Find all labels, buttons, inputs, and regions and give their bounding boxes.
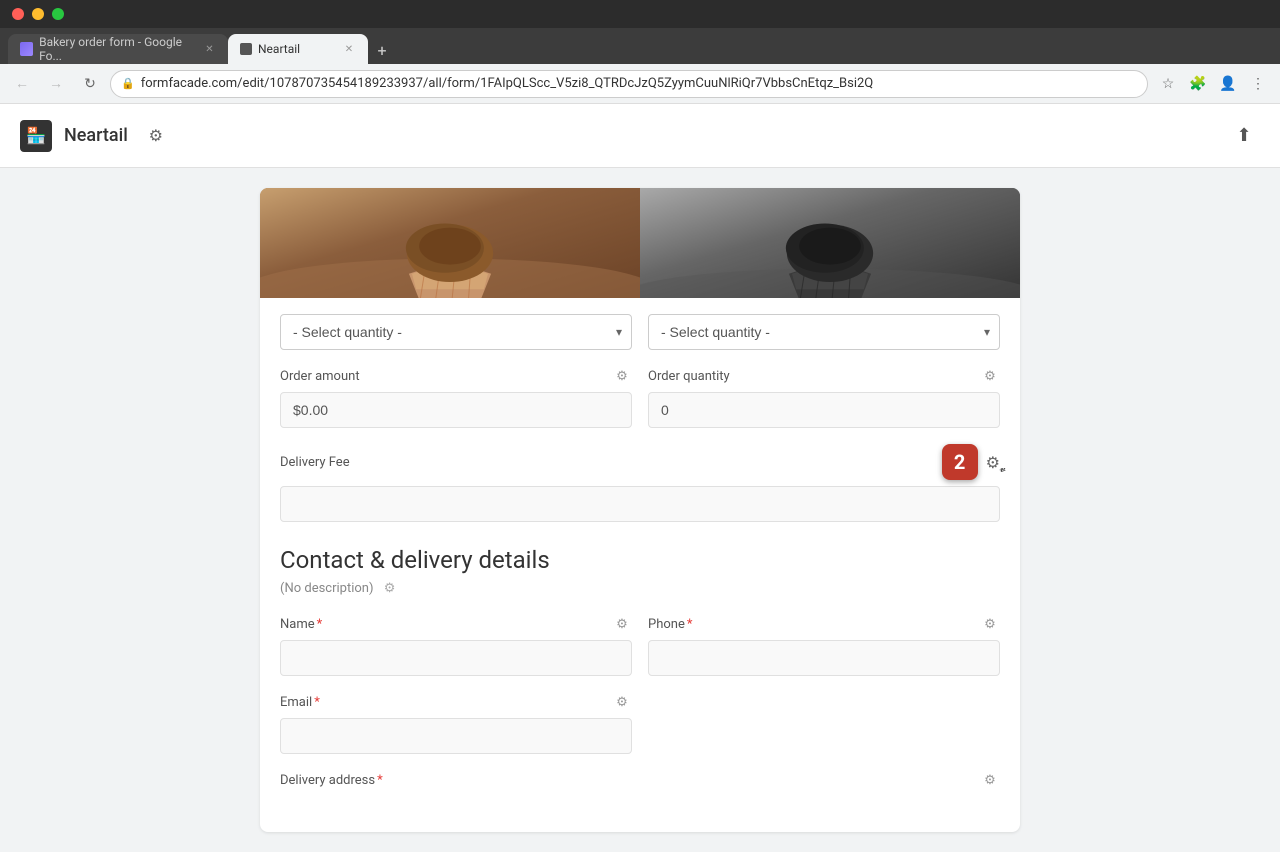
delivery-address-gear-button[interactable]: ⚙	[980, 770, 1000, 790]
name-label-row: Name* ⚙	[280, 614, 632, 634]
main-content: - Select quantity - 1 2 3 ▾ - Select qua…	[0, 168, 1280, 852]
os-chrome	[0, 0, 1280, 28]
logo-icon: 🏪	[26, 126, 46, 145]
contact-section-title: Contact & delivery details	[280, 546, 1000, 574]
delivery-fee-gear-button[interactable]: ⚙ 𝓿	[986, 453, 1000, 472]
new-tab-button[interactable]: +	[368, 36, 396, 64]
browser-actions: ☆ 🧩 👤 ⋮	[1154, 70, 1272, 98]
tab-neartail[interactable]: Neartail ✕	[228, 34, 368, 64]
back-button[interactable]: ←	[8, 70, 36, 98]
order-amount-label-row: Order amount ⚙	[280, 366, 632, 386]
left-quantity-dropdown-wrapper: - Select quantity - 1 2 3 ▾	[280, 314, 632, 350]
tab-favicon-google-forms	[20, 42, 33, 56]
delivery-fee-input[interactable]	[280, 486, 1000, 522]
contact-section-desc: (No description)	[280, 581, 374, 596]
profile-button[interactable]: 👤	[1214, 70, 1242, 98]
name-label: Name*	[280, 617, 322, 632]
phone-input[interactable]	[648, 640, 1000, 676]
refresh-button[interactable]: ↻	[76, 70, 104, 98]
order-amount-group: Order amount ⚙	[280, 366, 632, 428]
forward-button[interactable]: →	[42, 70, 70, 98]
images-row	[260, 188, 1020, 298]
traffic-light-yellow[interactable]	[32, 8, 44, 20]
contact-section-gear-button[interactable]: ⚙	[380, 578, 400, 598]
delivery-fee-section: Delivery Fee 2 ⚙ 𝓿	[260, 428, 1020, 522]
tab-google-forms[interactable]: Bakery order form - Google Fo... ✕	[8, 34, 228, 64]
quantity-dropdowns-row: - Select quantity - 1 2 3 ▾ - Select qua…	[260, 298, 1020, 350]
share-icon: ⬆	[1236, 125, 1251, 146]
phone-label: Phone*	[648, 617, 692, 632]
phone-label-row: Phone* ⚙	[648, 614, 1000, 634]
email-required: *	[314, 695, 320, 710]
browser-tabs-bar: Bakery order form - Google Fo... ✕ Neart…	[0, 28, 1280, 64]
header-settings-button[interactable]: ⚙	[140, 120, 172, 152]
email-input[interactable]	[280, 718, 632, 754]
extensions-button[interactable]: 🧩	[1184, 70, 1212, 98]
name-phone-row: Name* ⚙ Phone* ⚙	[280, 614, 1000, 676]
right-cupcake-image	[640, 188, 1020, 298]
order-quantity-label-row: Order quantity ⚙	[648, 366, 1000, 386]
name-required: *	[317, 617, 323, 632]
tab-neartail-label: Neartail	[258, 42, 300, 56]
delivery-required: *	[377, 773, 383, 788]
app-header: 🏪 Neartail ⚙ ⬆	[0, 104, 1280, 168]
bookmark-button[interactable]: ☆	[1154, 70, 1182, 98]
left-cupcake-image	[260, 188, 640, 298]
traffic-light-green[interactable]	[52, 8, 64, 20]
phone-gear-button[interactable]: ⚙	[980, 614, 1000, 634]
contact-section-desc-row: (No description) ⚙	[280, 578, 1000, 598]
page-wrapper: Bakery order form - Google Fo... ✕ Neart…	[0, 0, 1280, 852]
email-row: Email* ⚙	[280, 692, 1000, 754]
cursor-pointer-indicator: 𝓿	[1000, 461, 1006, 476]
delivery-fee-label: Delivery Fee	[280, 455, 350, 470]
traffic-light-red[interactable]	[12, 8, 24, 20]
tab-google-forms-label: Bakery order form - Google Fo...	[39, 35, 197, 63]
bottom-pad	[260, 812, 1020, 832]
order-amount-gear-button[interactable]: ⚙	[612, 366, 632, 386]
right-quantity-dropdown-wrapper: - Select quantity - 1 2 3 ▾	[648, 314, 1000, 350]
phone-required: *	[687, 617, 693, 632]
delivery-address-row: Delivery address* ⚙	[280, 770, 1000, 796]
order-amount-input[interactable]	[280, 392, 632, 428]
email-field-group: Email* ⚙	[280, 692, 632, 754]
badge-2: 2	[942, 444, 978, 480]
address-bar[interactable]: 🔒 formfacade.com/edit/107870735454189233…	[110, 70, 1148, 98]
url-text: formfacade.com/edit/10787073545418923393…	[141, 76, 1137, 91]
tab-close-google-forms[interactable]: ✕	[203, 42, 216, 56]
tabs-bar: Bakery order form - Google Fo... ✕ Neart…	[0, 28, 1280, 64]
app-title: Neartail	[64, 125, 128, 146]
tab-favicon-neartail	[240, 43, 252, 55]
email-label-row: Email* ⚙	[280, 692, 632, 712]
menu-button[interactable]: ⋮	[1244, 70, 1272, 98]
header-gear-icon: ⚙	[149, 126, 163, 145]
left-quantity-select[interactable]: - Select quantity - 1 2 3	[280, 314, 632, 350]
tab-close-neartail[interactable]: ✕	[342, 42, 356, 56]
delivery-address-label-row: Delivery address* ⚙	[280, 770, 1000, 790]
order-quantity-input[interactable]	[648, 392, 1000, 428]
delivery-address-group: Delivery address* ⚙	[280, 770, 1000, 796]
contact-section: Contact & delivery details (No descripti…	[260, 522, 1020, 796]
share-button[interactable]: ⬆	[1228, 120, 1260, 152]
form-container: - Select quantity - 1 2 3 ▾ - Select qua…	[260, 188, 1020, 832]
delivery-address-label: Delivery address*	[280, 773, 383, 788]
name-field-group: Name* ⚙	[280, 614, 632, 676]
app-logo: 🏪	[20, 120, 52, 152]
order-fields-row: Order amount ⚙ Order quantity ⚙	[260, 350, 1020, 428]
order-quantity-group: Order quantity ⚙	[648, 366, 1000, 428]
phone-field-group: Phone* ⚙	[648, 614, 1000, 676]
name-input[interactable]	[280, 640, 632, 676]
name-gear-button[interactable]: ⚙	[612, 614, 632, 634]
address-bar-row: ← → ↻ 🔒 formfacade.com/edit/107870735454…	[0, 64, 1280, 104]
delivery-fee-label-row: Delivery Fee 2 ⚙ 𝓿	[280, 444, 1000, 480]
order-amount-label: Order amount	[280, 369, 360, 384]
right-quantity-select[interactable]: - Select quantity - 1 2 3	[648, 314, 1000, 350]
order-quantity-gear-button[interactable]: ⚙	[980, 366, 1000, 386]
lock-icon: 🔒	[121, 77, 135, 90]
email-label: Email*	[280, 695, 320, 710]
order-quantity-label: Order quantity	[648, 369, 730, 384]
email-gear-button[interactable]: ⚙	[612, 692, 632, 712]
